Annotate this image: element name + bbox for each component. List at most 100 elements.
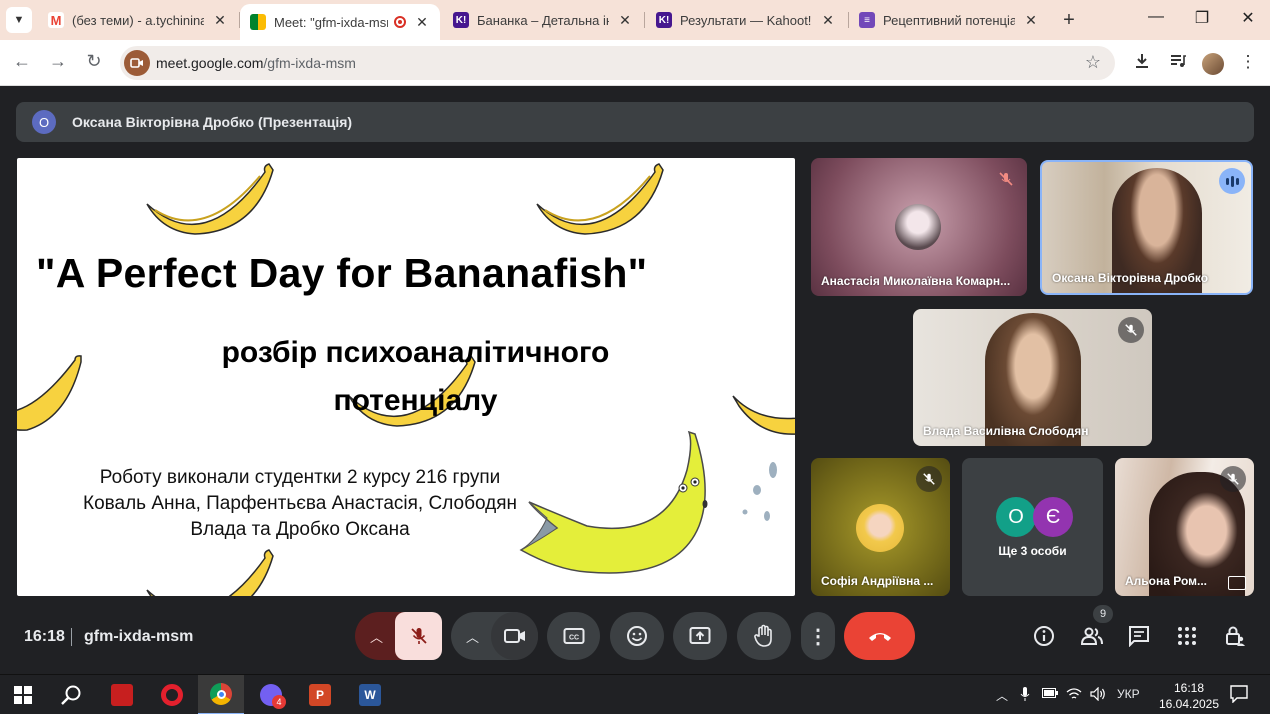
reactions-button[interactable] [610, 612, 664, 660]
microphone-tray-icon[interactable] [1020, 687, 1030, 704]
language-indicator[interactable]: УКР [1117, 687, 1140, 701]
search-button[interactable] [48, 675, 94, 714]
slide-authors: Коваль Анна, Парфентьєва Анастасія, Слоб… [83, 493, 517, 514]
video-controls: ︿ [451, 612, 538, 660]
download-icon[interactable] [1130, 52, 1154, 75]
notifications-icon[interactable] [1230, 685, 1248, 706]
wifi-icon[interactable] [1066, 687, 1082, 704]
camera-icon [503, 629, 525, 643]
close-icon[interactable]: ✕ [414, 14, 430, 31]
participant-tile[interactable]: Софія Андріївна ... [811, 458, 950, 596]
divider [71, 628, 72, 646]
more-options-button[interactable]: ⋮ [801, 612, 835, 660]
tab-title: Результати — Kahoot! [680, 12, 812, 28]
minimize-button[interactable]: — [1136, 8, 1176, 26]
people-icon [1080, 627, 1103, 645]
close-icon[interactable]: ✕ [212, 12, 228, 29]
volume-icon[interactable] [1090, 686, 1106, 704]
captions-button[interactable]: CC [547, 612, 600, 660]
close-window-button[interactable]: ✕ [1228, 8, 1268, 28]
info-icon [1034, 626, 1054, 646]
more-vert-icon: ⋮ [808, 625, 828, 648]
avatar [895, 204, 941, 250]
media-control-icon[interactable] [1166, 52, 1190, 75]
restore-button[interactable]: ❐ [1182, 8, 1222, 28]
activities-button[interactable] [1175, 624, 1199, 648]
presentation-header: О Оксана Вікторівна Дробко (Презентація) [16, 102, 1254, 142]
url-path: /gfm-ixda-msm [263, 55, 356, 71]
tab-meet[interactable]: Meet: "gfm-ixda-msm ✕ [240, 4, 440, 40]
mic-off-icon [916, 466, 942, 492]
apps-grid-icon [1178, 627, 1196, 645]
bookmark-star-icon[interactable]: ☆ [1085, 52, 1101, 73]
participant-tile-speaking[interactable]: Оксана Вікторівна Дробко [1040, 160, 1253, 295]
start-button[interactable] [0, 675, 46, 714]
tab-kahoot-results[interactable]: K! Результати — Kahoot! ✕ [646, 0, 846, 40]
chevron-down-icon: ▼ [13, 14, 25, 26]
presentation-slide[interactable]: "A Perfect Day for Bananafish" розбір пс… [17, 158, 795, 596]
taskbar-opera[interactable] [149, 675, 195, 714]
tab-search-button[interactable]: ▼ [6, 7, 32, 33]
new-tab-button[interactable]: + [1058, 9, 1080, 32]
taskbar-viber[interactable]: 4 [248, 675, 294, 714]
tab-gmail[interactable]: M (без теми) - a.tychinina@ ✕ [38, 0, 238, 40]
tab-forms[interactable]: ≡ Рецептивний потенціал ✕ [849, 0, 1049, 40]
mic-toggle-button[interactable] [395, 612, 442, 660]
svg-text:CC: CC [568, 635, 578, 642]
tab-title: Бананка – Детальна інф [477, 12, 609, 28]
host-controls-button[interactable] [1223, 624, 1247, 648]
banana-decoration [146, 549, 274, 596]
pin-icon[interactable] [1228, 576, 1246, 590]
present-screen-button[interactable] [673, 612, 727, 660]
windows-taskbar: 4 P W ︿ УКР 16:18 16.04.2025 [0, 674, 1270, 714]
reload-button[interactable]: ↻ [82, 51, 106, 72]
participant-tile[interactable]: Альона Ром... [1115, 458, 1254, 596]
close-icon[interactable]: ✕ [617, 12, 633, 29]
chat-icon [1129, 626, 1149, 647]
taskbar-acrobat[interactable] [99, 675, 145, 714]
close-icon[interactable]: ✕ [820, 12, 836, 29]
menu-kebab-icon[interactable]: ⋮ [1236, 52, 1260, 72]
emoji-icon [627, 626, 647, 646]
taskbar-time: 16:18 [1173, 681, 1205, 695]
speaking-indicator-icon [1219, 168, 1245, 194]
taskbar-word[interactable]: W [347, 675, 393, 714]
url-text[interactable]: meet.google.com/gfm-ixda-msm [156, 55, 356, 71]
back-button[interactable]: ← [10, 51, 34, 72]
meeting-code: gfm-ixda-msm [84, 628, 194, 645]
lock-person-icon [1226, 626, 1245, 646]
chat-button[interactable] [1127, 624, 1151, 648]
profile-avatar[interactable] [1202, 53, 1224, 75]
present-icon [689, 627, 711, 644]
banana-decoration [146, 163, 274, 235]
audio-options-button[interactable]: ︿ [355, 612, 398, 660]
more-participants-tile[interactable]: О Є Ще 3 особи [962, 458, 1103, 596]
participant-tile[interactable]: Анастасія Миколаївна Комарн... [811, 158, 1027, 296]
end-call-button[interactable] [844, 612, 915, 660]
taskbar-clock[interactable]: 16:18 16.04.2025 [1153, 680, 1225, 712]
raise-hand-button[interactable] [737, 612, 791, 660]
participant-tile[interactable]: Влада Василівна Слободян [913, 309, 1152, 446]
close-icon[interactable]: ✕ [1023, 12, 1039, 29]
audio-controls: ︿ [355, 612, 442, 660]
slide-authors: Роботу виконали студентки 2 курсу 216 гр… [99, 467, 501, 488]
taskbar-powerpoint[interactable]: P [297, 675, 343, 714]
taskbar-chrome[interactable] [198, 675, 244, 714]
slide-subtitle: розбір психоаналітичного [221, 336, 610, 369]
slide-title: "A Perfect Day for Bananafish" [36, 250, 648, 296]
camera-toggle-button[interactable] [491, 612, 538, 660]
site-info-icon[interactable] [124, 50, 150, 76]
forward-button[interactable]: → [46, 51, 70, 72]
mic-off-icon [1220, 466, 1246, 492]
word-icon: W [359, 684, 381, 706]
people-button[interactable] [1080, 624, 1104, 648]
video-options-button[interactable]: ︿ [451, 612, 494, 660]
mic-off-icon [410, 628, 427, 644]
banana-decoration [536, 163, 664, 235]
meeting-info-button[interactable] [1032, 624, 1056, 648]
battery-icon[interactable] [1042, 687, 1058, 701]
address-bar[interactable]: meet.google.com/gfm-ixda-msm ☆ [120, 46, 1115, 80]
forms-icon: ≡ [859, 12, 875, 28]
tray-overflow-icon[interactable]: ︿ [996, 687, 1008, 704]
tab-kahoot-details[interactable]: K! Бананка – Детальна інф ✕ [443, 0, 643, 40]
